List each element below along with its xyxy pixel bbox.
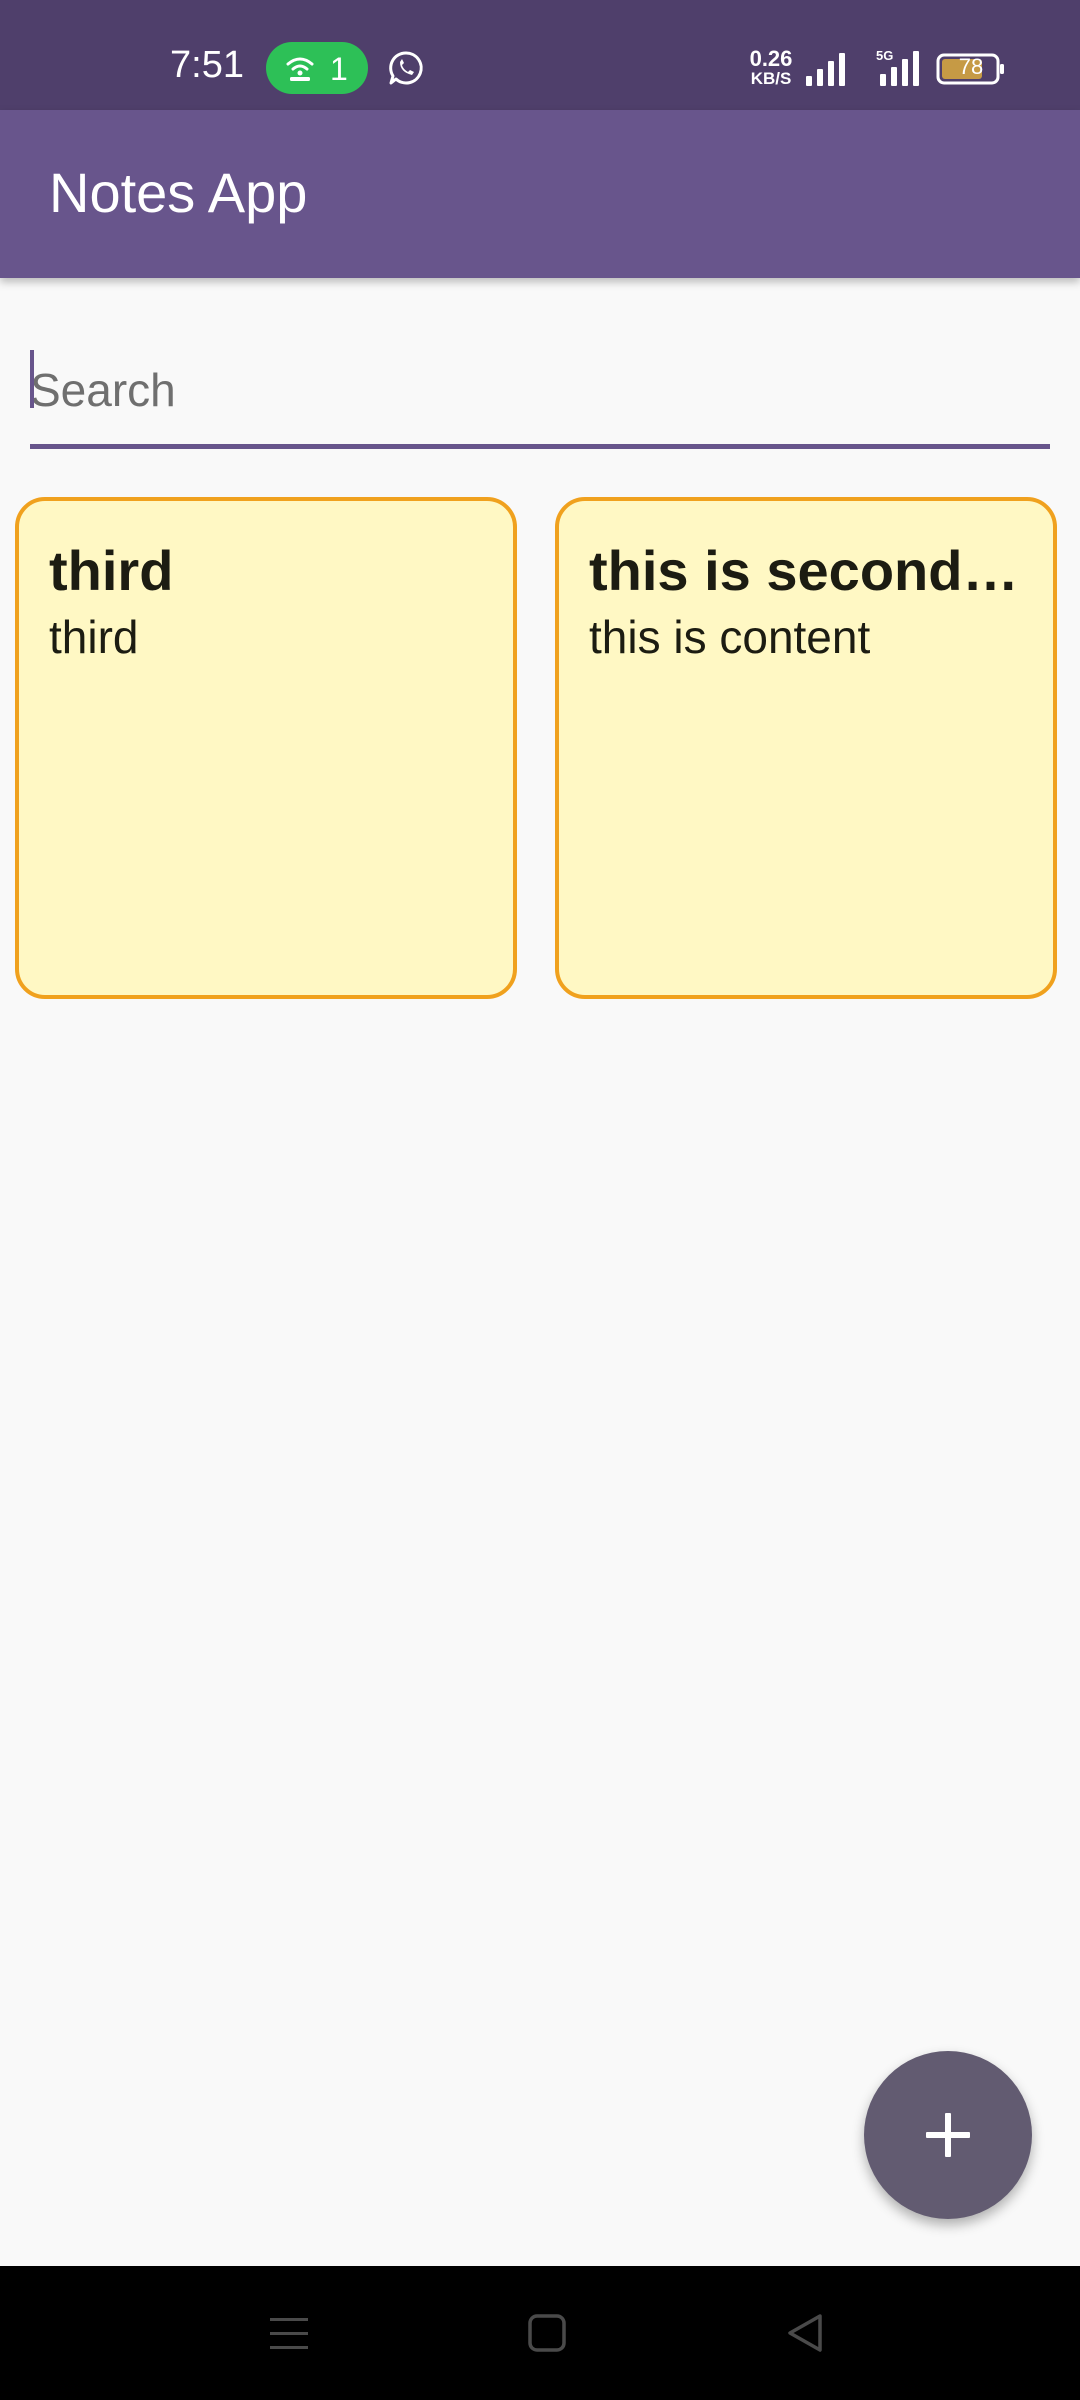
network-speed-unit: KB/S [750, 69, 792, 88]
search-input[interactable] [30, 350, 1050, 430]
app-title: Notes App [49, 161, 308, 224]
app-bar: Notes App [0, 110, 1080, 278]
network-speed-value: 0.26 [749, 46, 793, 71]
screen: 7:51 1 0.26 KB/S 5G 78 Notes App Search … [0, 0, 1080, 2400]
add-note-button[interactable] [864, 2051, 1032, 2219]
whatsapp-icon [389, 51, 423, 85]
status-bar: 7:51 1 0.26 KB/S 5G 78 [0, 0, 1080, 110]
note-content: third [49, 611, 139, 664]
hotspot-icon [286, 57, 314, 81]
text-cursor [30, 350, 34, 408]
search-underline [30, 444, 1050, 449]
home-icon[interactable] [522, 2308, 572, 2358]
back-icon[interactable] [780, 2308, 830, 2358]
note-card[interactable]: third third [15, 497, 517, 999]
note-content: this is content [589, 611, 871, 664]
network-type-label: 5G [876, 48, 893, 63]
note-title: third [49, 539, 174, 602]
signal-5g-icon: 5G [876, 48, 919, 86]
hotspot-indicator: 1 [266, 42, 368, 94]
menu-icon[interactable] [264, 2308, 314, 2358]
status-time: 7:51 [170, 44, 244, 86]
note-title: this is second … [589, 539, 1023, 602]
signal-icon [806, 53, 845, 86]
battery-level: 78 [958, 54, 984, 79]
search-field[interactable] [30, 330, 1050, 452]
note-card[interactable]: this is second … this is content [555, 497, 1057, 999]
plus-icon [926, 2113, 970, 2157]
hotspot-count: 1 [330, 51, 348, 87]
network-speed: 0.26 KB/S [746, 46, 796, 88]
navigation-bar [0, 2266, 1080, 2400]
